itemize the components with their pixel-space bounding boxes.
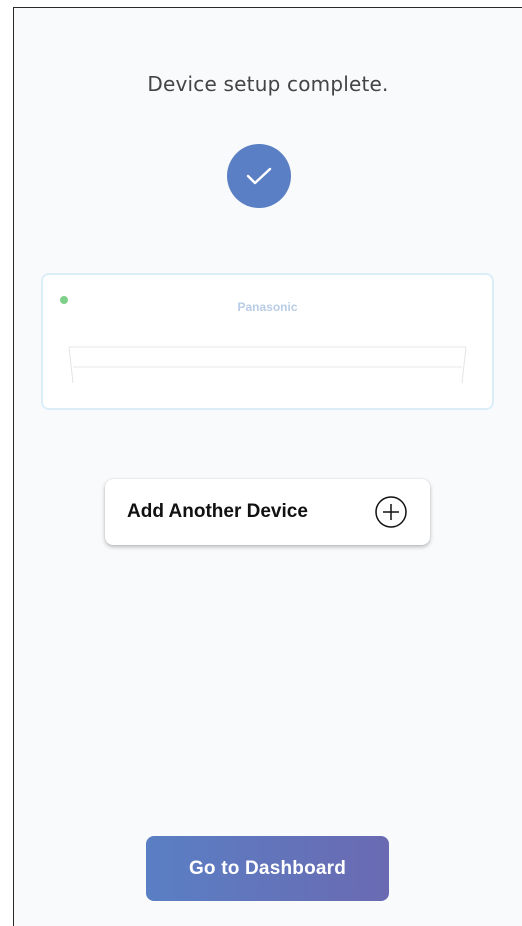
checkmark-icon: [246, 167, 272, 185]
page-title: Device setup complete.: [147, 72, 389, 96]
success-checkmark-badge: [227, 144, 291, 208]
go-to-dashboard-button[interactable]: Go to Dashboard: [146, 836, 389, 901]
air-conditioner-illustration: Panasonic: [41, 273, 494, 410]
add-device-label: Add Another Device: [127, 501, 308, 522]
plus-circle-icon: [375, 496, 407, 528]
setup-complete-screen: Device setup complete. Panasonic Add Ano…: [13, 7, 522, 926]
add-another-device-button[interactable]: Add Another Device: [105, 479, 430, 545]
ac-vent-icon: [68, 346, 467, 384]
device-brand-label: Panasonic: [237, 300, 298, 314]
